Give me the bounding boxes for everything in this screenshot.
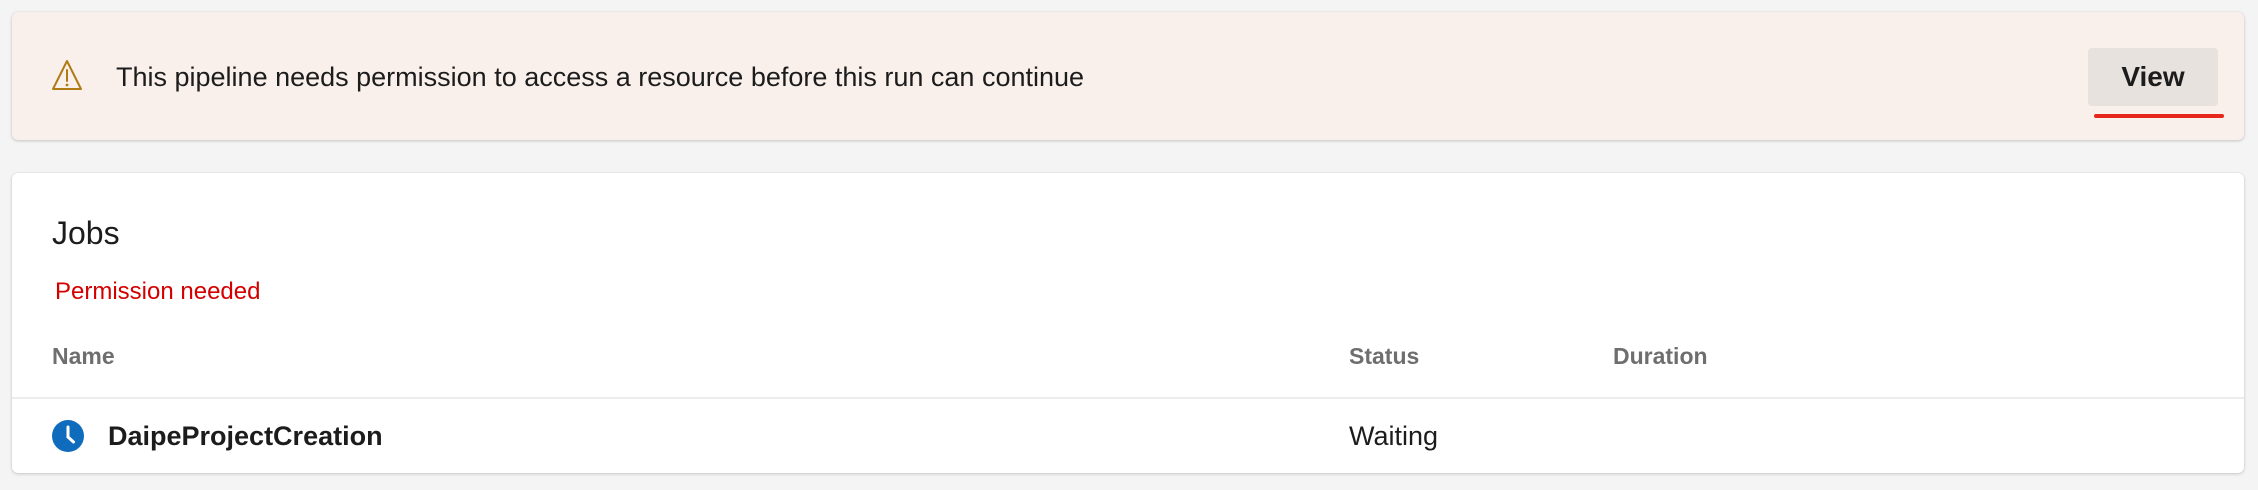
view-button[interactable]: View <box>2088 48 2218 106</box>
job-status: Waiting <box>1349 421 1439 451</box>
warning-icon <box>52 60 82 90</box>
column-header-duration[interactable]: Duration <box>1613 341 1708 371</box>
column-header-name[interactable]: Name <box>52 341 115 371</box>
permission-needed-status: Permission needed <box>55 278 261 305</box>
job-name[interactable]: DaipeProjectCreation <box>108 419 383 453</box>
permission-banner: This pipeline needs permission to access… <box>12 12 2244 140</box>
banner-message: This pipeline needs permission to access… <box>116 62 1085 92</box>
jobs-card: Jobs Permission needed Name Status Durat… <box>12 173 2244 473</box>
column-header-status[interactable]: Status <box>1349 341 1419 371</box>
table-row[interactable]: DaipeProjectCreation Waiting <box>12 399 2244 473</box>
clock-icon <box>52 420 84 452</box>
jobs-title: Jobs <box>52 215 120 251</box>
view-button-highlight <box>2094 114 2224 118</box>
